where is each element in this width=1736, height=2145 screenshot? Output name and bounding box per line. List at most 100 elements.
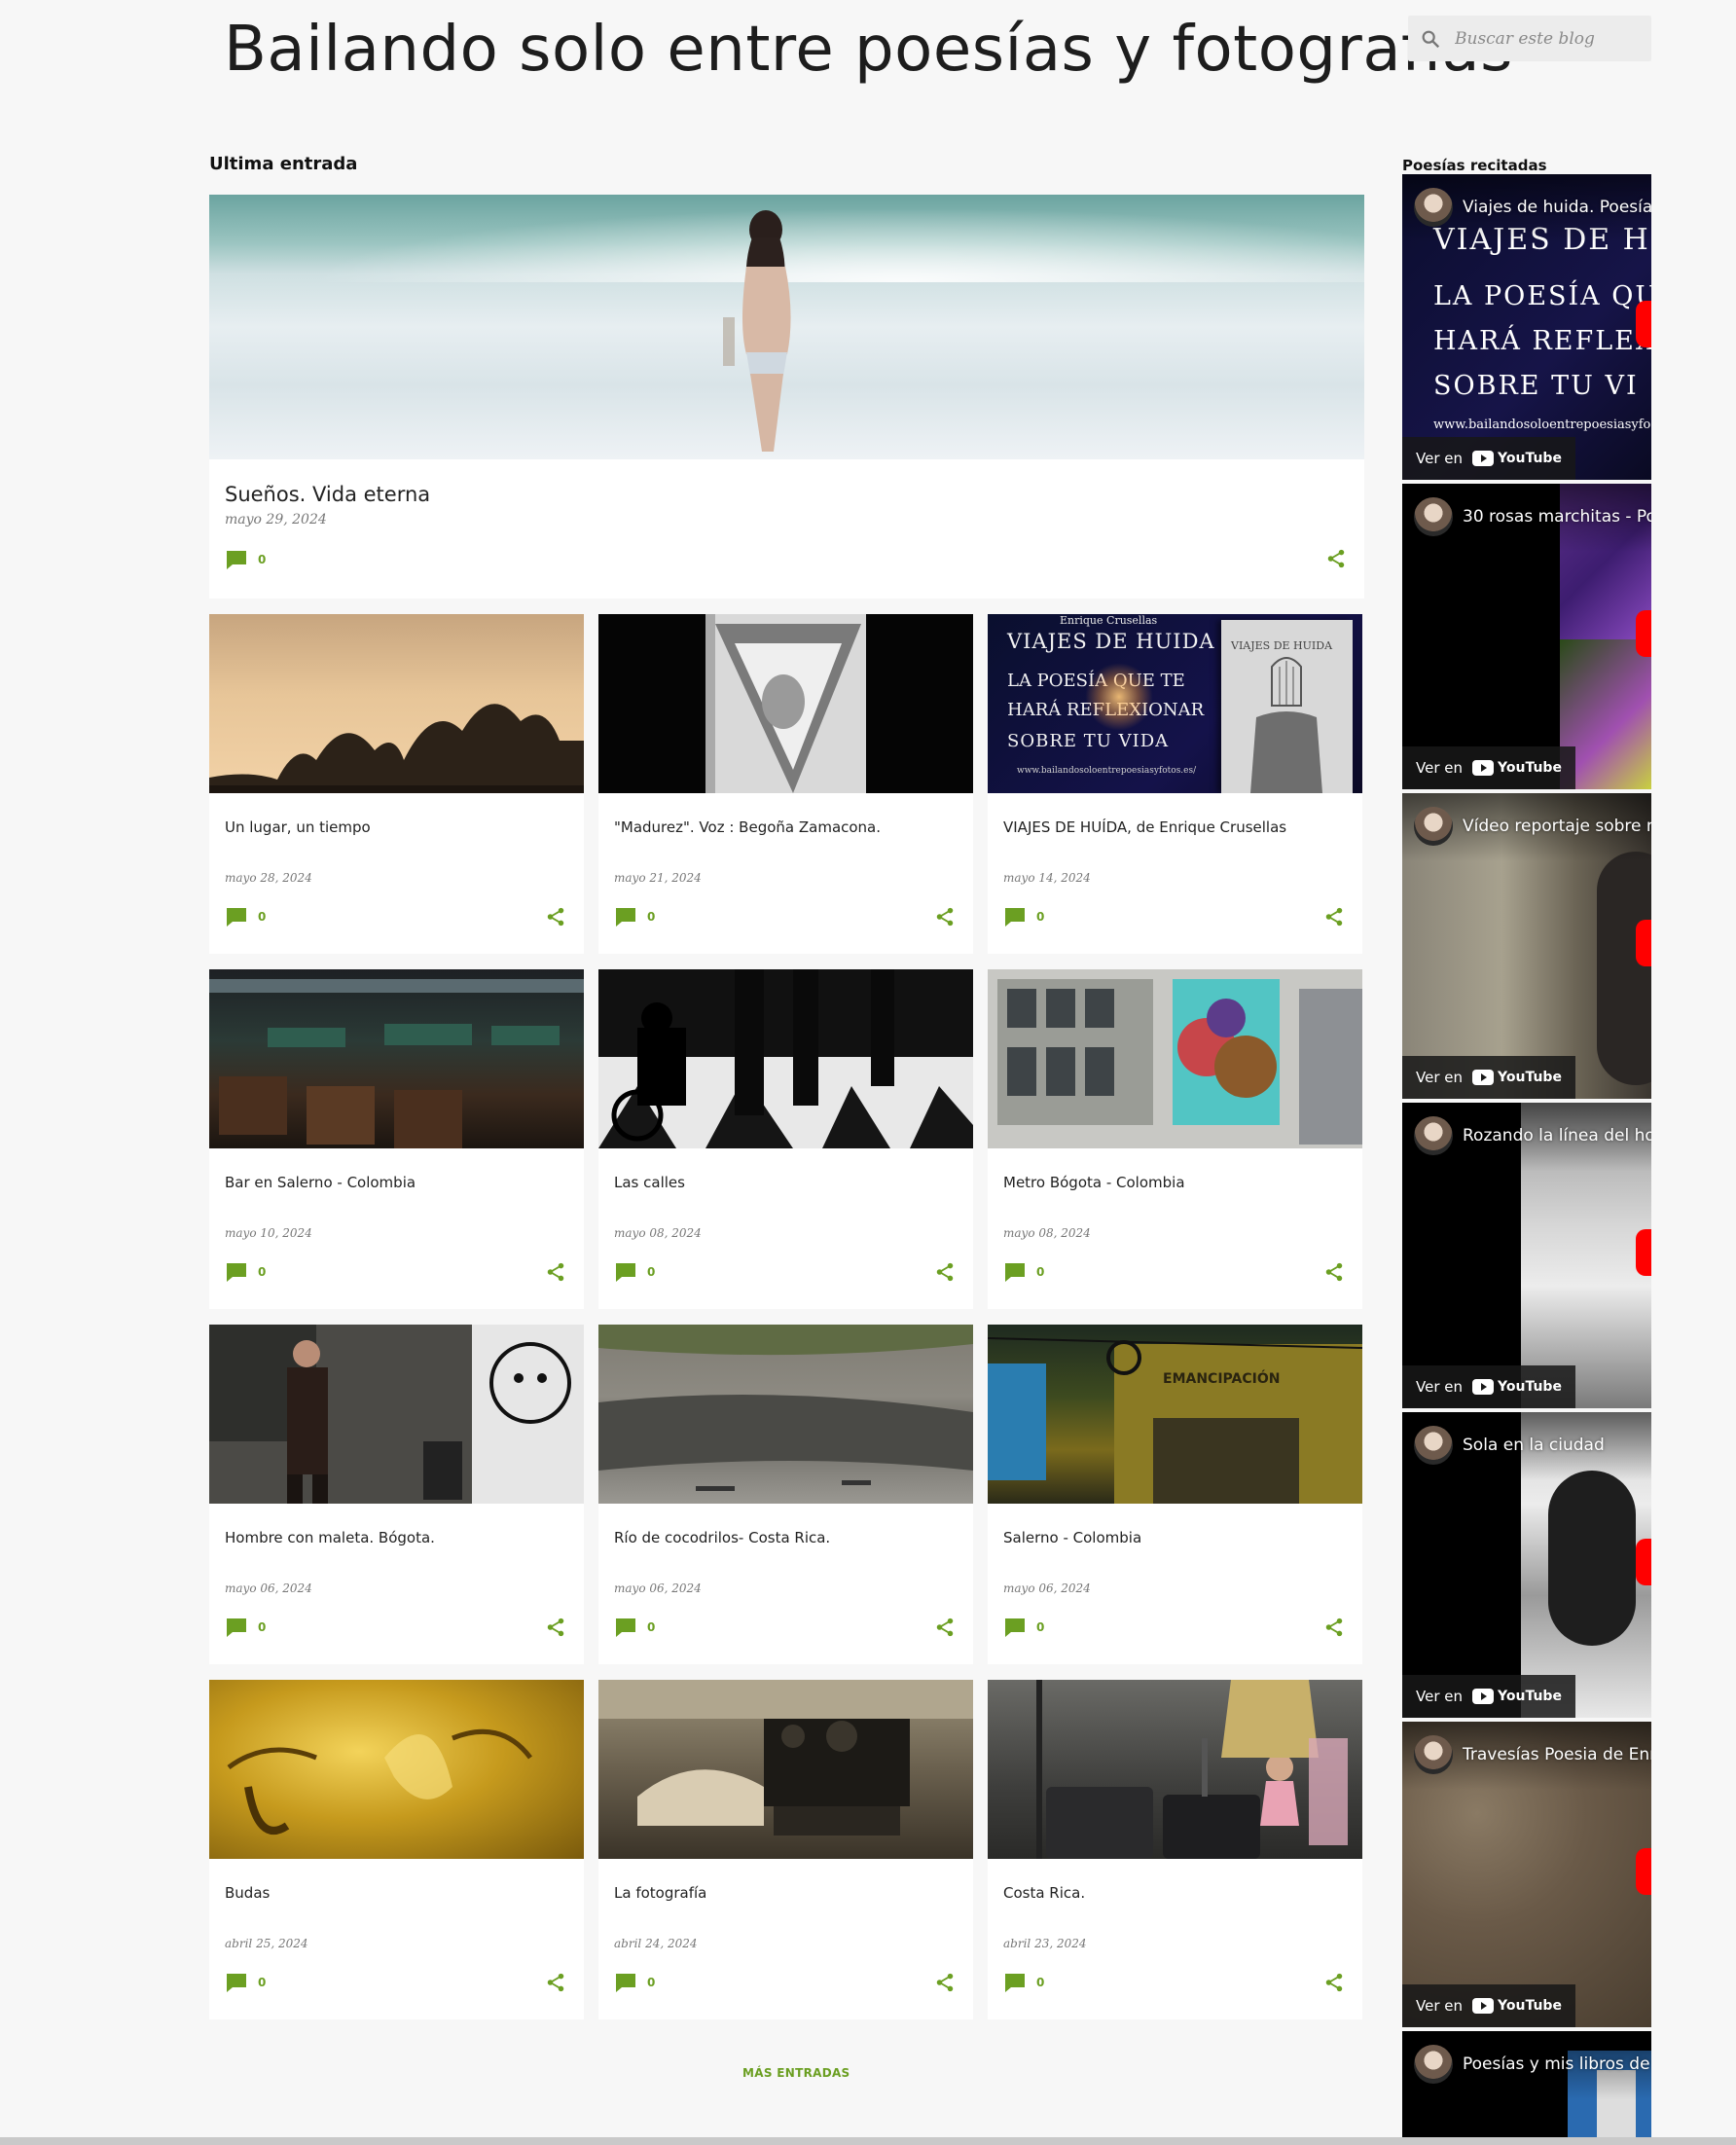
featured-post-title[interactable]: Sueños. Vida eterna: [225, 483, 430, 506]
post-share[interactable]: [545, 906, 566, 931]
post-date[interactable]: mayo 06, 2024: [614, 1581, 702, 1595]
comment-icon[interactable]: [614, 1972, 637, 1993]
post-date[interactable]: abril 25, 2024: [225, 1937, 308, 1950]
post-title[interactable]: Salerno - Colombia: [1003, 1529, 1141, 1546]
post-date[interactable]: mayo 10, 2024: [225, 1226, 312, 1240]
comment-icon[interactable]: [225, 549, 248, 570]
comment-icon[interactable]: [225, 1261, 248, 1283]
post-thumbnail[interactable]: [209, 614, 584, 793]
play-button[interactable]: [1636, 1539, 1651, 1585]
comment-count[interactable]: 0: [1036, 1976, 1044, 1989]
play-button[interactable]: [1636, 610, 1651, 657]
post-date[interactable]: mayo 06, 2024: [1003, 1581, 1091, 1595]
post-date[interactable]: mayo 06, 2024: [225, 1581, 312, 1595]
share-icon[interactable]: [1325, 548, 1347, 569]
comment-count[interactable]: 0: [258, 910, 266, 924]
post-date[interactable]: abril 23, 2024: [1003, 1937, 1087, 1950]
post-thumbnail[interactable]: [209, 1325, 584, 1504]
channel-avatar[interactable]: [1414, 1735, 1453, 1774]
comment-count[interactable]: 0: [1036, 910, 1044, 924]
comment-count[interactable]: 0: [647, 1620, 655, 1634]
comment-icon[interactable]: [225, 1972, 248, 1993]
post-title[interactable]: Bar en Salerno - Colombia: [225, 1174, 416, 1191]
comment-count[interactable]: 0: [258, 1976, 266, 1989]
comment-count[interactable]: 0: [258, 553, 266, 566]
featured-post-comments[interactable]: 0: [225, 549, 266, 570]
post-thumbnail[interactable]: [209, 969, 584, 1148]
video-title[interactable]: Viajes de huida. Poesías: [1463, 198, 1651, 217]
share-icon[interactable]: [934, 906, 956, 927]
post-date[interactable]: mayo 14, 2024: [1003, 871, 1091, 885]
post-thumbnail[interactable]: [598, 969, 973, 1148]
play-button[interactable]: [1636, 301, 1651, 347]
video-embed[interactable]: Sola en la ciudad Ver en YouTube: [1402, 1412, 1651, 1718]
post-title[interactable]: Costa Rica.: [1003, 1884, 1085, 1902]
post-comments[interactable]: 0: [614, 1617, 655, 1638]
post-comments[interactable]: 0: [225, 1617, 266, 1638]
post-card[interactable]: Las calles mayo 08, 2024 0: [598, 969, 973, 1309]
more-posts-link[interactable]: MÁS ENTRADAS: [742, 2066, 850, 2080]
post-share[interactable]: [934, 1617, 956, 1642]
comment-count[interactable]: 0: [647, 1265, 655, 1279]
share-icon[interactable]: [1323, 1617, 1345, 1638]
comment-icon[interactable]: [1003, 1261, 1027, 1283]
post-share[interactable]: [934, 1972, 956, 1997]
search-input[interactable]: [1455, 28, 1640, 49]
channel-avatar[interactable]: [1414, 2045, 1453, 2084]
post-comments[interactable]: 0: [614, 906, 655, 927]
search-box[interactable]: [1408, 16, 1651, 61]
channel-avatar[interactable]: [1414, 1426, 1453, 1465]
comment-icon[interactable]: [225, 906, 248, 927]
channel-avatar[interactable]: [1414, 807, 1453, 846]
post-thumbnail[interactable]: Enrique Crusellas VIAJES DE HUIDA LA POE…: [988, 614, 1362, 793]
post-card[interactable]: Metro Bógota - Colombia mayo 08, 2024 0: [988, 969, 1362, 1309]
video-title[interactable]: Sola en la ciudad: [1463, 1436, 1605, 1455]
post-date[interactable]: abril 24, 2024: [614, 1937, 698, 1950]
post-card[interactable]: EMANCIPACIÓN Salerno - Colombia mayo 06,…: [988, 1325, 1362, 1664]
featured-post-date[interactable]: mayo 29, 2024: [225, 512, 327, 527]
post-title[interactable]: Hombre con maleta. Bógota.: [225, 1529, 435, 1546]
video-embed[interactable]: Rozando la línea del hori Ver en YouTube: [1402, 1103, 1651, 1408]
channel-avatar[interactable]: [1414, 497, 1453, 536]
video-embed[interactable]: Travesías Poesia de Enri Ver en YouTube: [1402, 1722, 1651, 2027]
post-comments[interactable]: 0: [225, 906, 266, 927]
post-share[interactable]: [934, 1261, 956, 1287]
post-card[interactable]: Hombre con maleta. Bógota. mayo 06, 2024…: [209, 1325, 584, 1664]
post-thumbnail[interactable]: [598, 1325, 973, 1504]
video-title[interactable]: Vídeo reportaje sobre mi: [1463, 817, 1651, 836]
post-title[interactable]: "Madurez". Voz : Begoña Zamacona.: [614, 818, 881, 836]
post-title[interactable]: La fotografía: [614, 1884, 706, 1902]
watch-on-youtube-button[interactable]: Ver en YouTube: [1402, 746, 1575, 789]
video-title[interactable]: Travesías Poesia de Enri: [1463, 1745, 1651, 1764]
comment-count[interactable]: 0: [647, 910, 655, 924]
post-thumbnail[interactable]: [988, 1680, 1362, 1859]
video-embed[interactable]: VIAJES DE HUI LA POESÍA QUE HARÁ REFLEXI…: [1402, 174, 1651, 480]
post-share[interactable]: [545, 1617, 566, 1642]
post-thumbnail[interactable]: [598, 614, 973, 793]
video-title[interactable]: Poesías y mis libros de p: [1463, 2054, 1651, 2074]
play-button[interactable]: [1636, 1229, 1651, 1276]
post-comments[interactable]: 0: [614, 1261, 655, 1283]
post-title[interactable]: Un lugar, un tiempo: [225, 818, 371, 836]
post-share[interactable]: [1323, 1972, 1345, 1997]
comment-icon[interactable]: [1003, 1617, 1027, 1638]
comment-icon[interactable]: [614, 1617, 637, 1638]
video-embed[interactable]: Vídeo reportaje sobre mi Ver en YouTube: [1402, 793, 1651, 1099]
video-title[interactable]: Rozando la línea del hori: [1463, 1126, 1651, 1145]
post-comments[interactable]: 0: [1003, 1972, 1044, 1993]
featured-post-image[interactable]: [209, 195, 1364, 459]
channel-avatar[interactable]: [1414, 188, 1453, 227]
post-share[interactable]: [934, 906, 956, 931]
post-card[interactable]: Budas abril 25, 2024 0: [209, 1680, 584, 2019]
post-share[interactable]: [1323, 906, 1345, 931]
watch-on-youtube-button[interactable]: Ver en YouTube: [1402, 1056, 1575, 1099]
post-card[interactable]: "Madurez". Voz : Begoña Zamacona. mayo 2…: [598, 614, 973, 954]
share-icon[interactable]: [1323, 1972, 1345, 1993]
post-thumbnail[interactable]: [598, 1680, 973, 1859]
channel-avatar[interactable]: [1414, 1116, 1453, 1155]
comment-count[interactable]: 0: [647, 1976, 655, 1989]
post-title[interactable]: Metro Bógota - Colombia: [1003, 1174, 1185, 1191]
post-thumbnail[interactable]: [209, 1680, 584, 1859]
post-comments[interactable]: 0: [225, 1261, 266, 1283]
comment-count[interactable]: 0: [258, 1265, 266, 1279]
